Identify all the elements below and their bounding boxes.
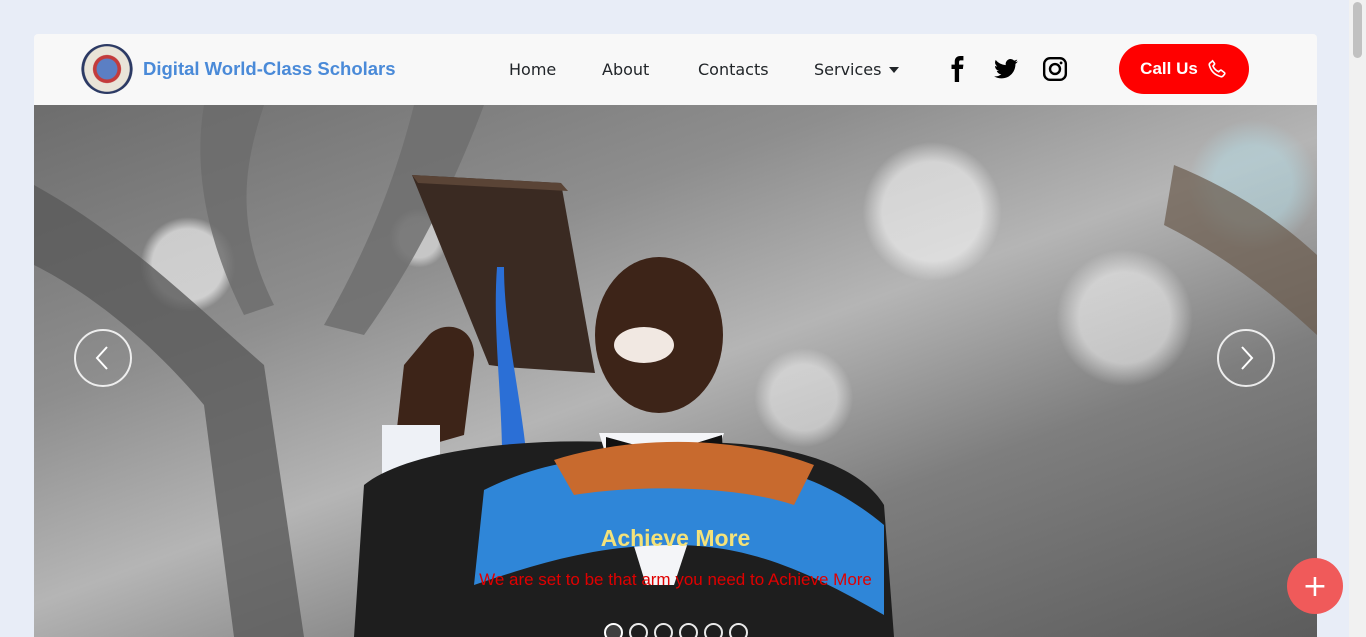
carousel-prev-button[interactable]	[74, 329, 132, 387]
brand-logo[interactable]	[81, 44, 133, 94]
carousel-indicator-2[interactable]	[629, 623, 648, 637]
carousel-title: Achieve More	[600, 525, 751, 551]
twitter-icon[interactable]	[993, 56, 1019, 82]
site-frame: Digital World-Class Scholars Home About …	[34, 34, 1317, 637]
nav-services-label: Services	[814, 60, 882, 79]
page-scrollbar[interactable]	[1349, 0, 1366, 637]
nav-home[interactable]: Home	[509, 60, 556, 79]
phone-icon	[1208, 59, 1226, 78]
carousel-indicators	[604, 623, 748, 637]
carousel-indicator-4[interactable]	[679, 623, 698, 637]
chevron-right-icon	[1241, 346, 1254, 370]
carousel-indicator-6[interactable]	[729, 623, 748, 637]
call-us-button[interactable]: Call Us	[1119, 44, 1249, 94]
plus-icon: +	[1302, 568, 1328, 604]
nav-contacts[interactable]: Contacts	[698, 60, 769, 79]
carousel-indicator-3[interactable]	[654, 623, 673, 637]
floating-action-button[interactable]: +	[1287, 558, 1343, 614]
chevron-left-icon	[95, 346, 108, 370]
call-us-label: Call Us	[1140, 59, 1198, 78]
brand-name[interactable]: Digital World-Class Scholars	[143, 58, 396, 80]
nav-services[interactable]: Services	[814, 60, 900, 79]
facebook-icon[interactable]	[945, 56, 971, 82]
instagram-icon[interactable]	[1042, 56, 1068, 82]
carousel-indicator-1[interactable]	[604, 623, 623, 637]
scrollbar-thumb[interactable]	[1353, 2, 1362, 58]
carousel-next-button[interactable]	[1217, 329, 1275, 387]
navbar: Digital World-Class Scholars Home About …	[34, 34, 1317, 105]
hero-image	[34, 105, 1317, 637]
hero-carousel: Achieve More We are set to be that arm y…	[34, 105, 1317, 637]
carousel-indicator-5[interactable]	[704, 623, 723, 637]
carousel-subtitle: We are set to be that arm you need to Ac…	[479, 570, 872, 589]
nav-about[interactable]: About	[602, 60, 649, 79]
caret-down-icon	[889, 67, 900, 73]
